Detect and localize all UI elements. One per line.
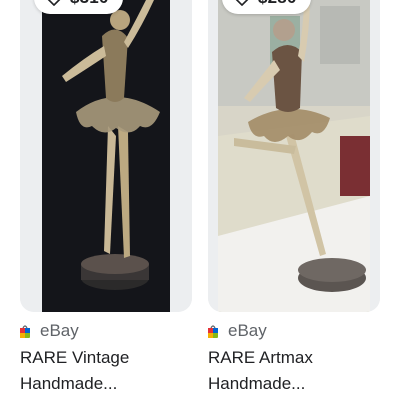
ballerina-figurine-image — [208, 0, 380, 312]
price-badge[interactable]: $280 — [222, 0, 311, 14]
product-title-line-1[interactable]: RARE Vintage — [20, 348, 129, 368]
ballerina-figurine-image — [20, 0, 192, 312]
product-card[interactable]: $280 eBay RARE Artmax Handmade... — [208, 0, 380, 400]
price-badge[interactable]: $310 — [34, 0, 123, 14]
heart-outline-icon[interactable] — [232, 0, 252, 8]
ebay-favicon-icon — [208, 324, 218, 338]
product-price: $310 — [70, 0, 109, 8]
product-price: $280 — [258, 0, 297, 8]
merchant-row[interactable]: eBay — [20, 320, 79, 342]
merchant-name: eBay — [228, 321, 267, 340]
product-title-line-2[interactable]: Handmade... — [20, 374, 117, 394]
product-card[interactable]: $310 eBay RARE Vintage Handmade... — [20, 0, 192, 400]
ebay-favicon-icon — [20, 324, 30, 338]
merchant-row[interactable]: eBay — [208, 320, 267, 342]
shopping-results-grid: $310 eBay RARE Vintage Handmade... — [0, 0, 400, 400]
product-title-line-1[interactable]: RARE Artmax — [208, 348, 313, 368]
product-title-line-2[interactable]: Handmade... — [208, 374, 305, 394]
merchant-name: eBay — [40, 321, 79, 340]
product-image[interactable] — [20, 0, 192, 312]
product-image[interactable] — [208, 0, 380, 312]
heart-outline-icon[interactable] — [44, 0, 64, 8]
